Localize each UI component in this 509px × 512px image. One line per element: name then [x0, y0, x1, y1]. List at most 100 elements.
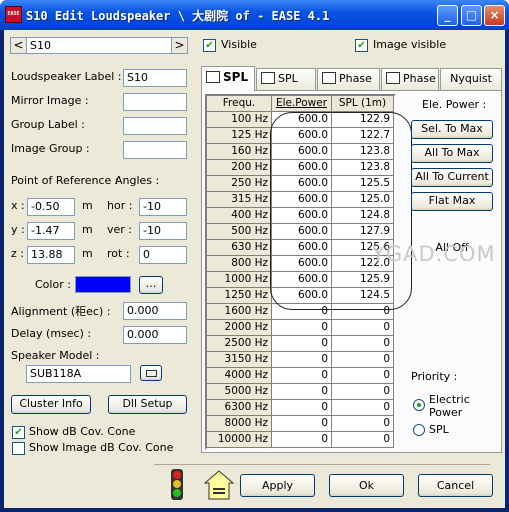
cell-frequency[interactable]: 500 Hz — [207, 224, 272, 240]
cell-frequency[interactable]: 630 Hz — [207, 240, 272, 256]
visible-label: Visible — [221, 38, 257, 51]
all-to-max-button[interactable]: All To Max — [411, 144, 493, 163]
cell-frequency[interactable]: 2000 Hz — [207, 320, 272, 336]
ver-label: ver : — [107, 223, 133, 236]
dll-setup-button[interactable]: Dll Setup — [108, 395, 187, 414]
y-label: y : — [11, 223, 25, 236]
cell-spl[interactable]: 0 — [332, 400, 394, 416]
house-icon[interactable] — [203, 469, 235, 501]
prev-speaker-button[interactable]: < — [10, 37, 27, 54]
show-db-cov-cone-checkbox[interactable]: ✔ — [12, 426, 25, 439]
next-speaker-button[interactable]: > — [171, 37, 188, 54]
rot-input[interactable]: 0 — [139, 246, 187, 264]
cell-spl[interactable]: 0 — [332, 352, 394, 368]
ver-input[interactable]: -10 — [139, 222, 187, 240]
cluster-info-button[interactable]: Cluster Info — [11, 395, 91, 414]
title-bar[interactable]: EASE S10 Edit Loudspeaker \ 大剧院 of - EAS… — [0, 0, 509, 30]
cell-frequency[interactable]: 125 Hz — [207, 128, 272, 144]
cell-spl[interactable]: 0 — [332, 368, 394, 384]
minimize-button[interactable]: _ — [437, 5, 458, 26]
cell-ele-power[interactable]: 0 — [272, 320, 332, 336]
dialog-client: < S10 > ✔ Visible ✔ Image visible Loudsp… — [4, 30, 505, 508]
z-input[interactable]: 13.88 — [27, 246, 75, 264]
loudspeaker-label-input[interactable]: S10 — [123, 69, 187, 87]
z-unit: m — [82, 247, 93, 260]
image-visible-label: Image visible — [373, 38, 447, 51]
apply-button[interactable]: Apply — [240, 474, 315, 497]
cell-frequency[interactable]: 5000 Hz — [207, 384, 272, 400]
sel-to-max-button[interactable]: Sel. To Max — [411, 120, 493, 139]
cell-frequency[interactable]: 800 Hz — [207, 256, 272, 272]
cell-spl[interactable]: 0 — [332, 384, 394, 400]
cell-frequency[interactable]: 3150 Hz — [207, 352, 272, 368]
tab-spl-graph-label: SPL — [278, 72, 298, 85]
cell-frequency[interactable]: 1250 Hz — [207, 288, 272, 304]
cell-spl[interactable]: 0 — [332, 432, 394, 448]
cell-frequency[interactable]: 2500 Hz — [207, 336, 272, 352]
cancel-button[interactable]: Cancel — [418, 474, 493, 497]
priority-spl-radio[interactable] — [413, 424, 425, 436]
show-image-db-cov-cone-checkbox[interactable] — [12, 442, 25, 455]
column-header-ele-power[interactable]: Ele.Power — [272, 96, 332, 112]
color-picker-button[interactable]: ... — [139, 276, 163, 294]
tab-spl-graph[interactable]: SPL — [256, 68, 316, 90]
tab-phase-graph[interactable]: Phase — [381, 68, 439, 90]
flat-max-button[interactable]: Flat Max — [411, 192, 493, 211]
show-image-db-cov-cone-label: Show Image dB Cov. Cone — [29, 441, 174, 454]
cell-ele-power[interactable]: 0 — [272, 336, 332, 352]
cell-ele-power[interactable]: 0 — [272, 368, 332, 384]
cell-ele-power[interactable]: 0 — [272, 352, 332, 368]
tab-nyquist[interactable]: Nyquist — [440, 68, 502, 90]
cell-frequency[interactable]: 160 Hz — [207, 144, 272, 160]
tab-phase[interactable]: Phase — [317, 68, 380, 90]
image-group-input[interactable] — [123, 141, 187, 159]
cell-frequency[interactable]: 1000 Hz — [207, 272, 272, 288]
cell-frequency[interactable]: 400 Hz — [207, 208, 272, 224]
color-swatch[interactable] — [75, 276, 131, 293]
cell-frequency[interactable]: 200 Hz — [207, 160, 272, 176]
speaker-selector[interactable]: S10 — [26, 37, 173, 54]
cell-frequency[interactable]: 4000 Hz — [207, 368, 272, 384]
cell-frequency[interactable]: 250 Hz — [207, 176, 272, 192]
alignment-input[interactable]: 0.000 — [123, 302, 187, 320]
maximize-button[interactable]: □ — [461, 5, 482, 26]
ele-power-label: Ele. Power : — [422, 98, 487, 111]
cell-ele-power[interactable]: 0 — [272, 400, 332, 416]
y-input[interactable]: -1.47 — [27, 222, 75, 240]
cell-ele-power[interactable]: 0 — [272, 416, 332, 432]
close-button[interactable]: × — [484, 5, 505, 26]
speaker-model-browse-button[interactable] — [140, 365, 162, 381]
cell-frequency[interactable]: 10000 Hz — [207, 432, 272, 448]
cell-frequency[interactable]: 8000 Hz — [207, 416, 272, 432]
priority-electric-power-radio[interactable] — [413, 399, 425, 411]
ok-button[interactable]: Ok — [329, 474, 404, 497]
all-to-current-button[interactable]: All To Current — [411, 168, 493, 187]
cell-frequency[interactable]: 1600 Hz — [207, 304, 272, 320]
visible-checkbox[interactable]: ✔ — [203, 39, 216, 52]
group-label-input[interactable] — [123, 117, 187, 135]
cell-spl[interactable]: 0 — [332, 416, 394, 432]
table-row: 10000 Hz 0 0 — [207, 432, 394, 448]
grid-icon — [322, 72, 336, 84]
cell-ele-power[interactable]: 0 — [272, 384, 332, 400]
column-header-spl[interactable]: SPL (1m) — [332, 96, 394, 112]
tab-spl[interactable]: SPL — [201, 66, 255, 91]
cell-ele-power[interactable]: 0 — [272, 432, 332, 448]
cell-frequency[interactable]: 6300 Hz — [207, 400, 272, 416]
delay-input[interactable]: 0.000 — [123, 326, 187, 344]
priority-label: Priority : — [411, 370, 458, 383]
cell-spl[interactable]: 0 — [332, 336, 394, 352]
traffic-light-icon[interactable] — [168, 469, 186, 501]
table-row: 8000 Hz 0 0 — [207, 416, 394, 432]
x-input[interactable]: -0.50 — [27, 198, 75, 216]
x-label: x : — [11, 199, 25, 212]
mirror-image-input[interactable] — [123, 93, 187, 111]
image-visible-checkbox[interactable]: ✔ — [355, 39, 368, 52]
speaker-model-input[interactable]: SUB118A — [26, 365, 131, 383]
cell-frequency[interactable]: 315 Hz — [207, 192, 272, 208]
table-row: 3150 Hz 0 0 — [207, 352, 394, 368]
hor-input[interactable]: -10 — [139, 198, 187, 216]
cell-spl[interactable]: 0 — [332, 320, 394, 336]
column-header-frequ[interactable]: Frequ. — [207, 96, 272, 112]
cell-frequency[interactable]: 100 Hz — [207, 112, 272, 128]
